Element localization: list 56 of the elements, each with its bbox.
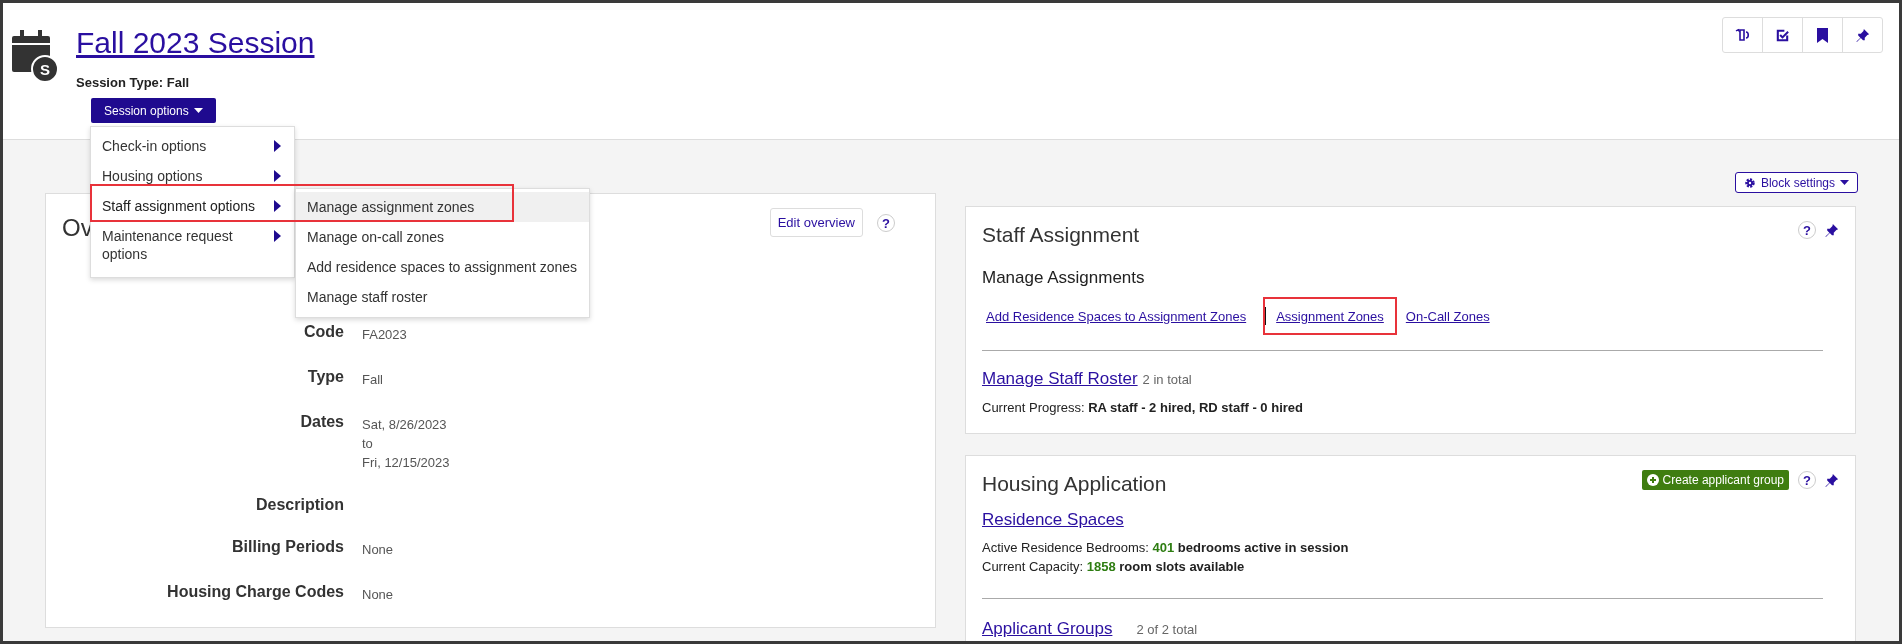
- gear-icon: [1743, 176, 1756, 189]
- pin-icon[interactable]: [1855, 28, 1870, 42]
- submenu-arrow-icon: [274, 170, 281, 182]
- stat-text: Current Capacity: 1858 room slots available: [982, 559, 1246, 574]
- assignment-link[interactable]: Assignment Zones: [1276, 308, 1384, 324]
- field-label: Code: [303, 322, 344, 342]
- pin-icon[interactable]: [1825, 223, 1839, 237]
- roster-link[interactable]: Manage Staff Roster: [982, 369, 1138, 389]
- menu-item[interactable]: Staff assignment options: [91, 191, 294, 221]
- stat-text: Active Residence Bedrooms: 401 bedrooms active in session: [982, 540, 1350, 555]
- field-label: Type: [306, 367, 344, 387]
- submenu-item[interactable]: Manage staff roster: [296, 282, 589, 312]
- plus-circle-icon: [1646, 474, 1659, 486]
- field-label: Description: [255, 495, 344, 514]
- help-icon[interactable]: ?: [1798, 221, 1816, 239]
- field-value: FA2023: [362, 326, 408, 344]
- block-settings-button[interactable]: Block settings: [1734, 172, 1858, 193]
- assignment-link[interactable]: Add Residence Spaces to Assignment Zones: [986, 308, 1247, 324]
- field-label: Billing Periods: [231, 537, 344, 557]
- pin-icon[interactable]: [1825, 473, 1839, 487]
- section-heading: Manage Assignments: [982, 268, 1145, 288]
- field-value: Sat, 8/26/2023: [362, 416, 448, 434]
- submenu-item[interactable]: Manage assignment zones: [296, 192, 589, 222]
- field-value: None: [362, 541, 395, 559]
- session-badge: S: [31, 55, 59, 83]
- field-label: Housing Charge Codes: [166, 582, 344, 602]
- session-options-button[interactable]: Session options: [91, 98, 216, 123]
- roster-count: 2 in total: [1142, 372, 1192, 387]
- submenu-item[interactable]: Manage on-call zones: [296, 222, 589, 252]
- field-value: Fall: [362, 371, 384, 389]
- help-icon[interactable]: ?: [1798, 471, 1816, 489]
- field-value: Fri, 12/15/2023: [362, 454, 451, 472]
- card-title: Housing Application: [982, 472, 1167, 496]
- assignment-link[interactable]: On-Call Zones: [1405, 308, 1490, 324]
- session-type: Session Type: Fall: [76, 75, 190, 90]
- card-title: Staff Assignment: [982, 223, 1140, 247]
- residence-spaces-link[interactable]: Residence Spaces: [982, 510, 1124, 530]
- caret-icon: [1840, 179, 1849, 186]
- menu-item[interactable]: Maintenance request options: [91, 221, 294, 269]
- create-applicant-group-button[interactable]: Create applicant group: [1641, 470, 1789, 490]
- groups-count: 2 of 2 total: [1136, 622, 1198, 637]
- help-icon[interactable]: ?: [877, 214, 895, 232]
- progress-text: Current Progress: RA staff - 2 hired, RD staff - 0 hired: [982, 400, 1304, 415]
- field-value: to: [362, 435, 374, 453]
- applicant-groups-link[interactable]: Applicant Groups: [982, 619, 1113, 639]
- submenu-item[interactable]: Add residence spaces to assignment zones: [296, 252, 589, 282]
- page-title[interactable]: Fall 2023 Session: [76, 23, 315, 63]
- submenu-arrow-icon: [274, 230, 281, 242]
- field-label: Dates: [299, 412, 344, 432]
- caret-icon: [193, 107, 203, 114]
- menu-item[interactable]: Housing options: [91, 161, 294, 191]
- field-value: None: [362, 586, 395, 604]
- menu-item[interactable]: Check-in options: [91, 131, 294, 161]
- submenu-arrow-icon: [274, 140, 281, 152]
- submenu-arrow-icon: [274, 200, 281, 212]
- edit-overview-button[interactable]: Edit overview: [769, 208, 863, 237]
